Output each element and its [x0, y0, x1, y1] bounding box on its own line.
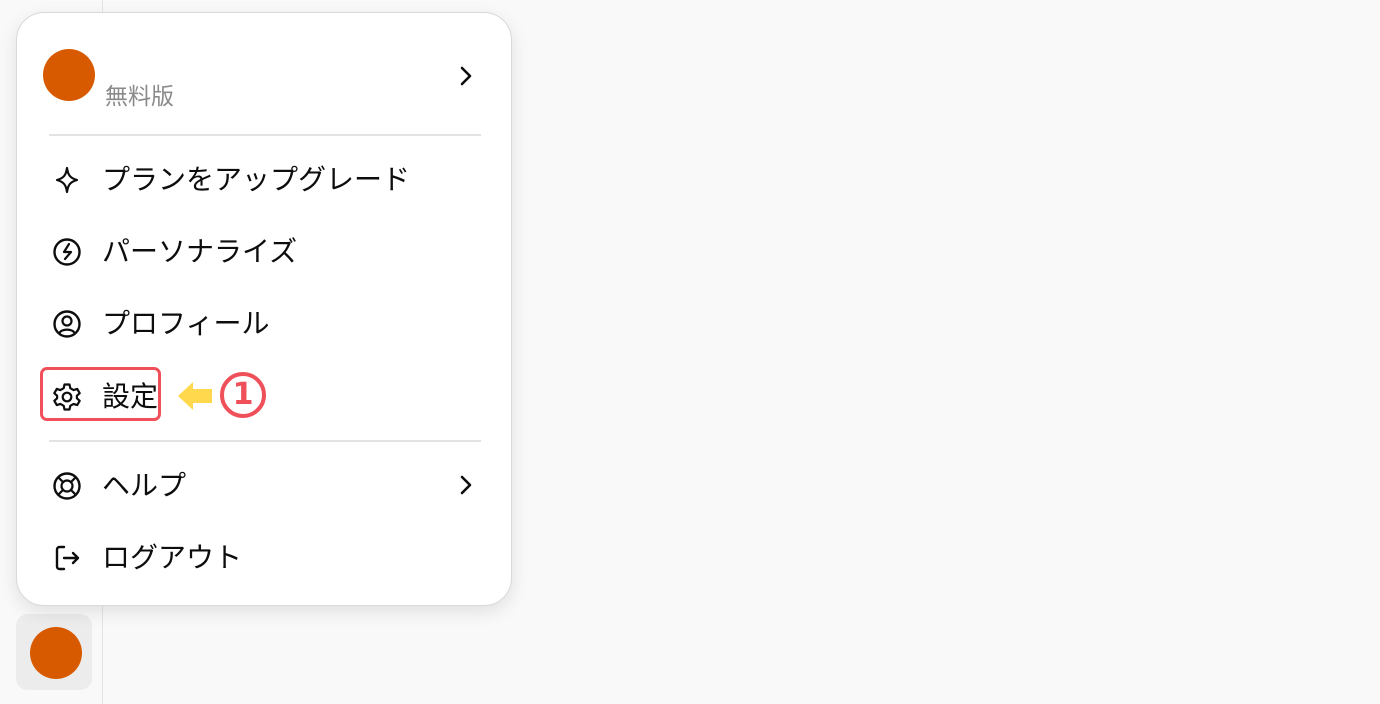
chevron-right-icon [455, 65, 477, 87]
lifebuoy-icon [51, 470, 83, 502]
menu-item-personalize[interactable]: パーソナライズ [41, 224, 481, 280]
menu-item-logout[interactable]: ログアウト [41, 530, 481, 586]
highlight-box [40, 367, 161, 421]
menu-item-label: ヘルプ [102, 469, 187, 502]
logout-icon [51, 542, 83, 574]
account-menu: 無料版 プランをアップグレード パーソナライズ プロフィール 設定 ヘルプ ログ… [16, 12, 512, 606]
chevron-right-icon [455, 474, 477, 496]
menu-item-label: パーソナライズ [102, 235, 298, 268]
account-avatar [43, 49, 95, 101]
menu-item-profile[interactable]: プロフィール [41, 296, 481, 352]
menu-item-label: プロフィール [102, 307, 270, 340]
plan-label: 無料版 [105, 84, 174, 110]
profile-menu-button[interactable] [16, 614, 92, 690]
menu-item-label: プランをアップグレード [102, 163, 411, 196]
profile-icon [51, 308, 83, 340]
personalize-icon [51, 236, 83, 268]
avatar [30, 627, 82, 679]
menu-item-label: ログアウト [102, 541, 243, 574]
arrow-left-icon [176, 378, 214, 414]
menu-item-upgrade-plan[interactable]: プランをアップグレード [41, 152, 481, 208]
menu-item-help[interactable]: ヘルプ [41, 458, 481, 514]
sparkle-icon [51, 164, 83, 196]
step-number-badge: 1 [220, 372, 266, 418]
divider [49, 440, 481, 442]
account-row[interactable]: 無料版 [41, 47, 481, 117]
divider [49, 134, 481, 136]
